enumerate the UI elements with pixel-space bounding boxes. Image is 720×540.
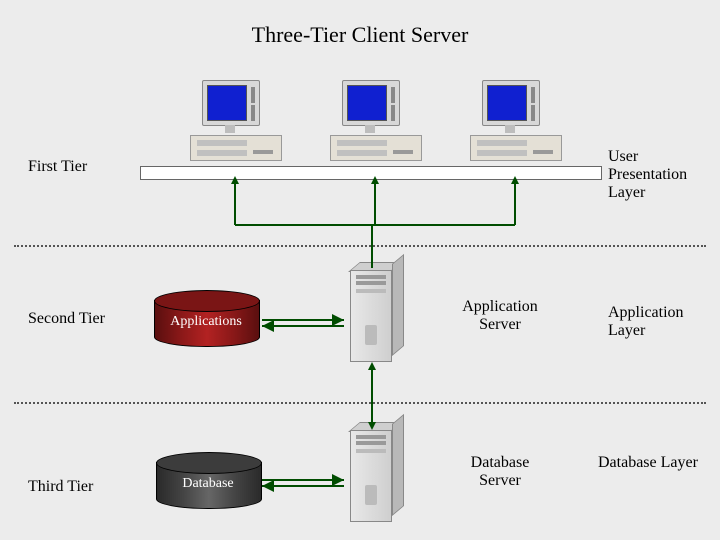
second-tier-label: Second Tier — [28, 310, 105, 328]
application-server-icon — [350, 270, 402, 366]
tier1-strip — [140, 166, 602, 180]
client-pc-2 — [330, 80, 420, 160]
database-cylinder-label: Database — [156, 476, 260, 492]
application-layer-label: Application Layer — [608, 304, 684, 340]
database-server-label: Database Server — [450, 454, 550, 490]
database-cylinder: Database — [156, 452, 260, 512]
applications-cylinder: Applications — [154, 290, 258, 350]
database-server-icon — [350, 430, 402, 526]
diagram-title: Three-Tier Client Server — [0, 22, 720, 48]
first-tier-label: First Tier — [28, 158, 87, 176]
application-server-label: Application Server — [450, 298, 550, 334]
client-pc-1 — [190, 80, 280, 160]
user-layer-label: User Presentation Layer — [608, 148, 687, 202]
third-tier-label: Third Tier — [28, 478, 93, 496]
divider-1 — [14, 245, 706, 247]
client-pc-3 — [470, 80, 560, 160]
applications-cylinder-label: Applications — [154, 314, 258, 330]
divider-2 — [14, 402, 706, 404]
database-layer-label: Database Layer — [598, 454, 698, 472]
